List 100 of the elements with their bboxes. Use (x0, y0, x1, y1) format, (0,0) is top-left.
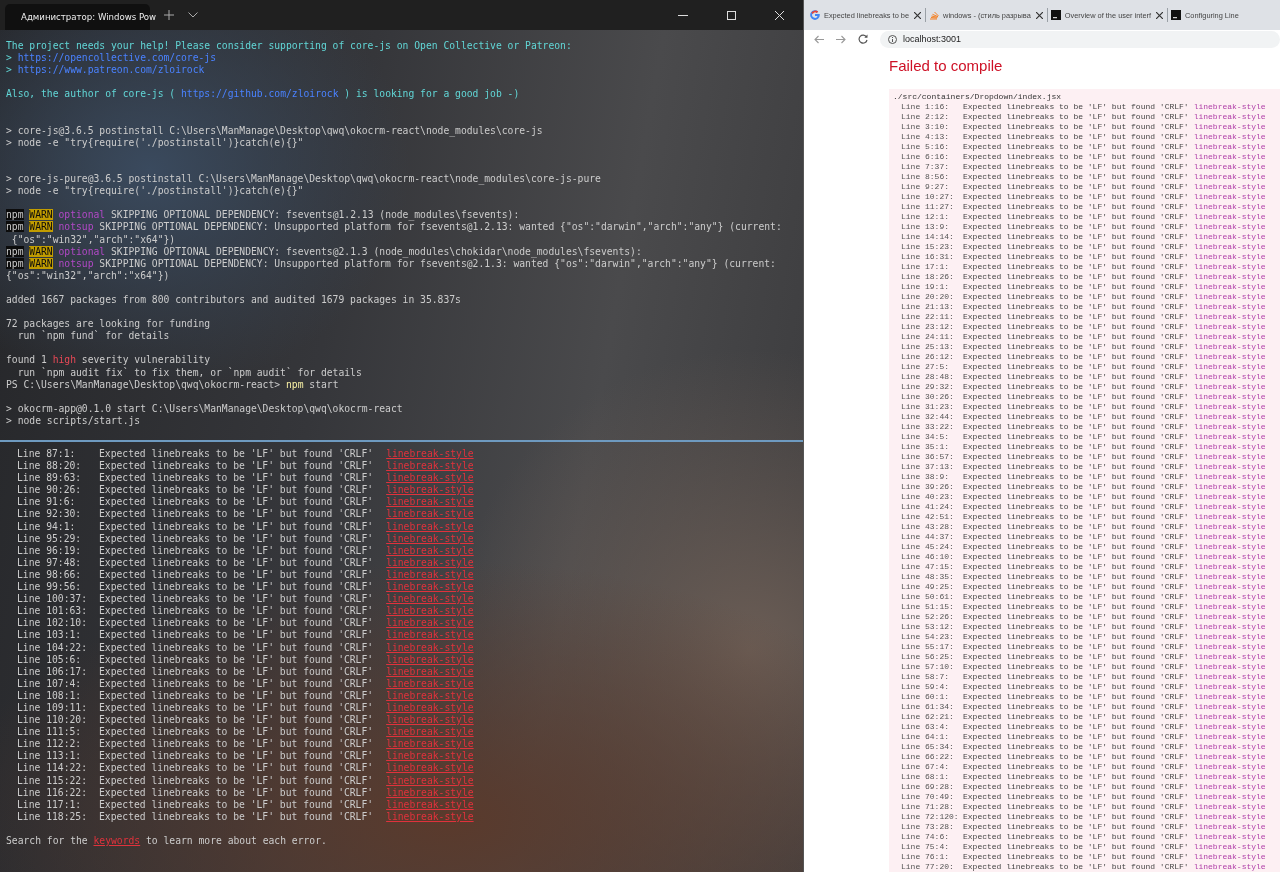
back-arrow-icon[interactable] (814, 34, 824, 44)
rule-link[interactable]: linebreak-style (1193, 732, 1266, 742)
rule-link[interactable]: linebreak-style (1193, 602, 1266, 612)
rule-link[interactable]: linebreak-style (1193, 842, 1266, 852)
output-text: > (6, 64, 13, 76)
rule-link[interactable]: linebreak-style (1193, 352, 1266, 362)
rule-link[interactable]: linebreak-style (1193, 592, 1266, 602)
rule-link[interactable]: linebreak-style (1193, 532, 1266, 542)
rule-link[interactable]: linebreak-style (1193, 322, 1266, 332)
rule-link[interactable]: linebreak-style (1193, 332, 1266, 342)
url-link[interactable]: https://www.patreon.com/zloirock (17, 64, 205, 76)
rule-link[interactable]: linebreak-style (1193, 582, 1266, 592)
rule-link[interactable]: linebreak-style (1193, 792, 1266, 802)
rule-link[interactable]: linebreak-style (1193, 272, 1266, 282)
close-icon[interactable] (914, 11, 922, 19)
url-link[interactable]: https://opencollective.com/core-js (17, 52, 216, 64)
rule-link[interactable]: linebreak-style (1193, 712, 1266, 722)
rule-link[interactable]: linebreak-style (1193, 502, 1266, 512)
plus-icon[interactable] (164, 10, 174, 20)
error-message: Expected linebreaks to be 'LF' but found 'CRLF' (963, 192, 1189, 202)
rule-link[interactable]: linebreak-style (1193, 742, 1266, 752)
rule-link[interactable]: linebreak-style (1193, 682, 1266, 692)
rule-link[interactable]: linebreak-style (1193, 802, 1266, 812)
rule-link[interactable]: linebreak-style (1193, 312, 1266, 322)
error-message: Expected linebreaks to be 'LF' but found 'CRLF' (963, 702, 1189, 712)
rule-link[interactable]: linebreak-style (1193, 112, 1266, 122)
line-location: Line 44:37: (901, 532, 955, 542)
rule-link[interactable]: linebreak-style (1193, 162, 1266, 172)
rule-link[interactable]: linebreak-style (1193, 412, 1266, 422)
rule-link[interactable]: linebreak-style (1193, 222, 1266, 232)
rule-link[interactable]: linebreak-style (1193, 552, 1266, 562)
rule-link[interactable]: linebreak-style (1193, 422, 1266, 432)
minimize-icon[interactable] (678, 14, 688, 16)
rule-link[interactable]: linebreak-style (1193, 852, 1266, 862)
rule-link[interactable]: linebreak-style (1193, 482, 1266, 492)
rule-link[interactable]: linebreak-style (1193, 512, 1266, 522)
rule-link[interactable]: linebreak-style (1193, 662, 1266, 672)
rule-link[interactable]: linebreak-style (1193, 692, 1266, 702)
rule-link[interactable]: linebreak-style (1193, 492, 1266, 502)
rule-link[interactable]: linebreak-style (1193, 772, 1266, 782)
rule-link[interactable]: linebreak-style (1193, 572, 1266, 582)
rule-link[interactable]: linebreak-style (1193, 212, 1266, 222)
rule-link[interactable]: linebreak-style (1193, 102, 1266, 112)
rule-link[interactable]: linebreak-style (1193, 262, 1266, 272)
reload-icon[interactable] (858, 34, 868, 44)
url-link[interactable]: https://github.com/zloirock (181, 88, 339, 100)
rule-link[interactable]: linebreak-style (1193, 432, 1266, 442)
rule-link[interactable]: linebreak-style (1193, 132, 1266, 142)
rule-link[interactable]: linebreak-style (1193, 342, 1266, 352)
rule-link[interactable]: linebreak-style (1193, 822, 1266, 832)
rule-link[interactable]: linebreak-style (1193, 362, 1266, 372)
rule-link[interactable]: linebreak-style (1193, 402, 1266, 412)
rule-link[interactable]: linebreak-style (1193, 632, 1266, 642)
close-icon[interactable] (1156, 11, 1163, 19)
rule-link[interactable]: linebreak-style (1193, 832, 1266, 842)
error-message: Expected linebreaks to be 'LF' but found 'CRLF' (963, 282, 1189, 292)
forward-arrow-icon[interactable] (836, 34, 846, 44)
rule-link[interactable]: linebreak-style (1193, 612, 1266, 622)
rule-link[interactable]: linebreak-style (1193, 722, 1266, 732)
rule-link[interactable]: linebreak-style (1193, 452, 1266, 462)
rule-link[interactable]: linebreak-style (1193, 252, 1266, 262)
rule-link[interactable]: linebreak-style (1193, 182, 1266, 192)
rule-link[interactable]: linebreak-style (1193, 232, 1266, 242)
chevron-down-icon[interactable] (188, 12, 198, 18)
rule-link[interactable]: linebreak-style (1193, 372, 1266, 382)
rule-link[interactable]: linebreak-style (1193, 782, 1266, 792)
rule-link[interactable]: linebreak-style (1193, 522, 1266, 532)
rule-link[interactable]: linebreak-style (1193, 242, 1266, 252)
rule-link[interactable]: linebreak-style (1193, 202, 1266, 212)
rule-link[interactable]: linebreak-style (1193, 652, 1266, 662)
rule-link[interactable]: linebreak-style (1193, 392, 1266, 402)
error-message: Expected linebreaks to be 'LF' but found 'CRLF' (963, 162, 1189, 172)
rule-link[interactable]: linebreak-style (1193, 542, 1266, 552)
rule-link[interactable]: linebreak-style (1193, 142, 1266, 152)
rule-link[interactable]: linebreak-style (1193, 382, 1266, 392)
rule-link[interactable]: linebreak-style (1193, 472, 1266, 482)
rule-link[interactable]: linebreak-style (1193, 192, 1266, 202)
rule-link[interactable]: linebreak-style (1193, 702, 1266, 712)
rule-link[interactable]: linebreak-style (1193, 642, 1266, 652)
maximize-icon[interactable] (727, 10, 736, 20)
rule-link[interactable]: linebreak-style (1193, 762, 1266, 772)
rule-link[interactable]: linebreak-style (1193, 282, 1266, 292)
error-message: Expected linebreaks to be 'LF' but found 'CRLF' (963, 532, 1189, 542)
rule-link[interactable]: linebreak-style (1193, 812, 1266, 822)
address-bar[interactable]: localhost:3001 (880, 30, 1280, 48)
rule-link[interactable]: linebreak-style (1193, 152, 1266, 162)
rule-link[interactable]: linebreak-style (1193, 172, 1266, 182)
rule-link[interactable]: linebreak-style (1193, 752, 1266, 762)
error-message: Expected linebreaks to be 'LF' but found 'CRLF' (963, 842, 1189, 852)
rule-link[interactable]: linebreak-style (1193, 122, 1266, 132)
rule-link[interactable]: linebreak-style (1193, 562, 1266, 572)
rule-link[interactable]: linebreak-style (1193, 862, 1266, 872)
close-icon[interactable] (1035, 11, 1043, 19)
keywords-link[interactable]: keywords (93, 835, 141, 846)
rule-link[interactable]: linebreak-style (1193, 302, 1266, 312)
rule-link[interactable]: linebreak-style (1193, 462, 1266, 472)
rule-link[interactable]: linebreak-style (1193, 622, 1266, 632)
rule-link[interactable]: linebreak-style (1193, 442, 1266, 452)
rule-link[interactable]: linebreak-style (1193, 292, 1266, 302)
rule-link[interactable]: linebreak-style (1193, 672, 1266, 682)
